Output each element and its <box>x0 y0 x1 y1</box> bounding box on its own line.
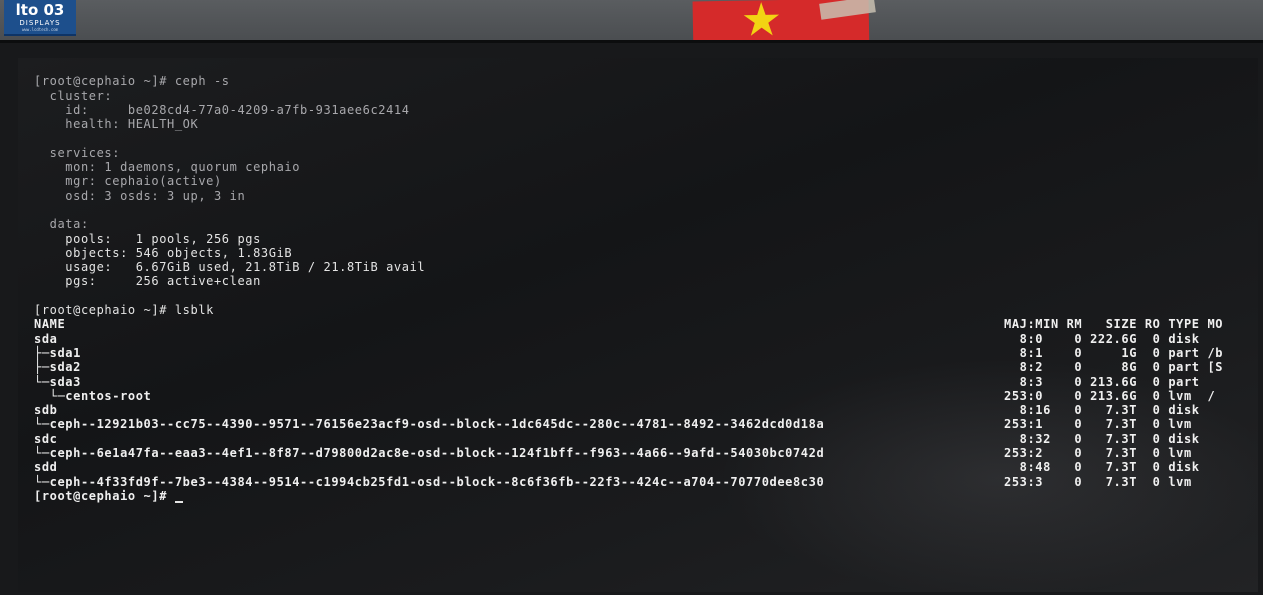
device-name: └─centos-root <box>34 388 152 403</box>
device-cols: 8:16 0 7.3T 0 disk <box>1004 403 1200 418</box>
osd-line: osd: 3 osds: 3 up, 3 in <box>34 188 246 203</box>
cluster-health-line: health: HEALTH_OK <box>34 117 199 132</box>
pgs-line: pgs: 256 active+clean <box>34 274 261 289</box>
device-name: ├─sda1 <box>34 345 81 360</box>
monitor-brand-logo: lto 03 DISPLAYS www.lcdtech.com <box>4 0 76 36</box>
pools-line: pools: 1 pools, 256 pgs <box>34 231 261 246</box>
lsblk-header-name: NAME <box>34 317 66 332</box>
lsblk-row: ├─sda2 8:2 0 8G 0 part [S <box>34 360 1254 374</box>
lsblk-command: [root@cephaio ~]# lsblk <box>34 303 214 318</box>
device-name: └─ceph--12921b03--cc75--4390--9571--7615… <box>34 417 825 432</box>
services-header: services: <box>34 145 121 160</box>
lsblk-row: sdd 8:48 0 7.3T 0 disk <box>34 460 1254 474</box>
lsblk-row: sdb 8:16 0 7.3T 0 disk <box>34 403 1254 417</box>
device-name: sda <box>34 331 58 346</box>
device-name: └─ceph--6e1a47fa--eaa3--4ef1--8f87--d798… <box>34 446 825 461</box>
device-cols: 8:32 0 7.3T 0 disk <box>1004 431 1200 446</box>
device-name: ├─sda2 <box>34 360 81 375</box>
shell-prompt[interactable]: [root@cephaio ~]# <box>34 488 1254 504</box>
device-cols: 8:2 0 8G 0 part [S <box>1004 360 1224 375</box>
device-cols: 253:3 0 7.3T 0 lvm <box>1004 474 1192 489</box>
logo-fine-text: www.lcdtech.com <box>21 27 59 32</box>
device-cols: 8:0 0 222.6G 0 disk <box>1004 331 1200 346</box>
final-prompt-text: [root@cephaio ~]# <box>34 488 175 503</box>
lsblk-row: sdc 8:32 0 7.3T 0 disk <box>34 432 1254 446</box>
device-name: sdd <box>34 460 58 475</box>
text-cursor <box>174 490 183 504</box>
device-name: sdc <box>34 431 58 446</box>
ceph-status-command: [root@cephaio ~]# ceph -s <box>34 74 230 89</box>
lsblk-row: └─ceph--6e1a47fa--eaa3--4ef1--8f87--d798… <box>34 446 1254 460</box>
logo-sub-text: DISPLAYS <box>19 19 61 27</box>
lsblk-row: └─sda3 8:3 0 213.6G 0 part <box>34 375 1254 389</box>
device-cols: 8:3 0 213.6G 0 part <box>1004 374 1200 389</box>
device-name: sdb <box>34 403 58 418</box>
lsblk-row: └─ceph--4f33fd9f--7be3--4384--9514--c199… <box>34 475 1254 489</box>
device-cols: 8:48 0 7.3T 0 disk <box>1004 460 1200 475</box>
mon-line: mon: 1 daemons, quorum cephaio <box>34 160 301 175</box>
lsblk-header-cols: MAJ:MIN RM SIZE RO TYPE MO <box>1004 317 1224 332</box>
cluster-id-line: id: be028cd4-77a0-4209-a7fb-931aee6c2414 <box>34 102 410 117</box>
device-cols: 253:0 0 213.6G 0 lvm / <box>1004 388 1216 403</box>
lsblk-row: └─ceph--12921b03--cc75--4390--9571--7615… <box>34 417 1254 431</box>
device-cols: 253:1 0 7.3T 0 lvm <box>1004 417 1192 432</box>
logo-main-text: lto 03 <box>15 1 65 19</box>
lsblk-row: ├─sda1 8:1 0 1G 0 part /b <box>34 346 1254 360</box>
data-header: data: <box>34 217 89 232</box>
usage-line: usage: 6.67GiB used, 21.8TiB / 21.8TiB a… <box>34 260 426 275</box>
objects-line: objects: 546 objects, 1.83GiB <box>34 245 293 260</box>
lsblk-header: NAME MAJ:MIN RM SIZE RO TYPE MO <box>34 317 1254 331</box>
device-cols: 8:1 0 1G 0 part /b <box>1004 345 1224 360</box>
lsblk-row: sda 8:0 0 222.6G 0 disk <box>34 332 1254 346</box>
cluster-header: cluster: <box>34 88 113 103</box>
lsblk-row: └─centos-root 253:0 0 213.6G 0 lvm / <box>34 389 1254 403</box>
mgr-line: mgr: cephaio(active) <box>34 174 222 189</box>
device-name: └─sda3 <box>34 374 81 389</box>
device-name: └─ceph--4f33fd9f--7be3--4384--9514--c199… <box>34 474 825 489</box>
terminal-console[interactable]: [root@cephaio ~]# ceph -s cluster: id: b… <box>34 60 1254 518</box>
device-cols: 253:2 0 7.3T 0 lvm <box>1004 446 1192 461</box>
